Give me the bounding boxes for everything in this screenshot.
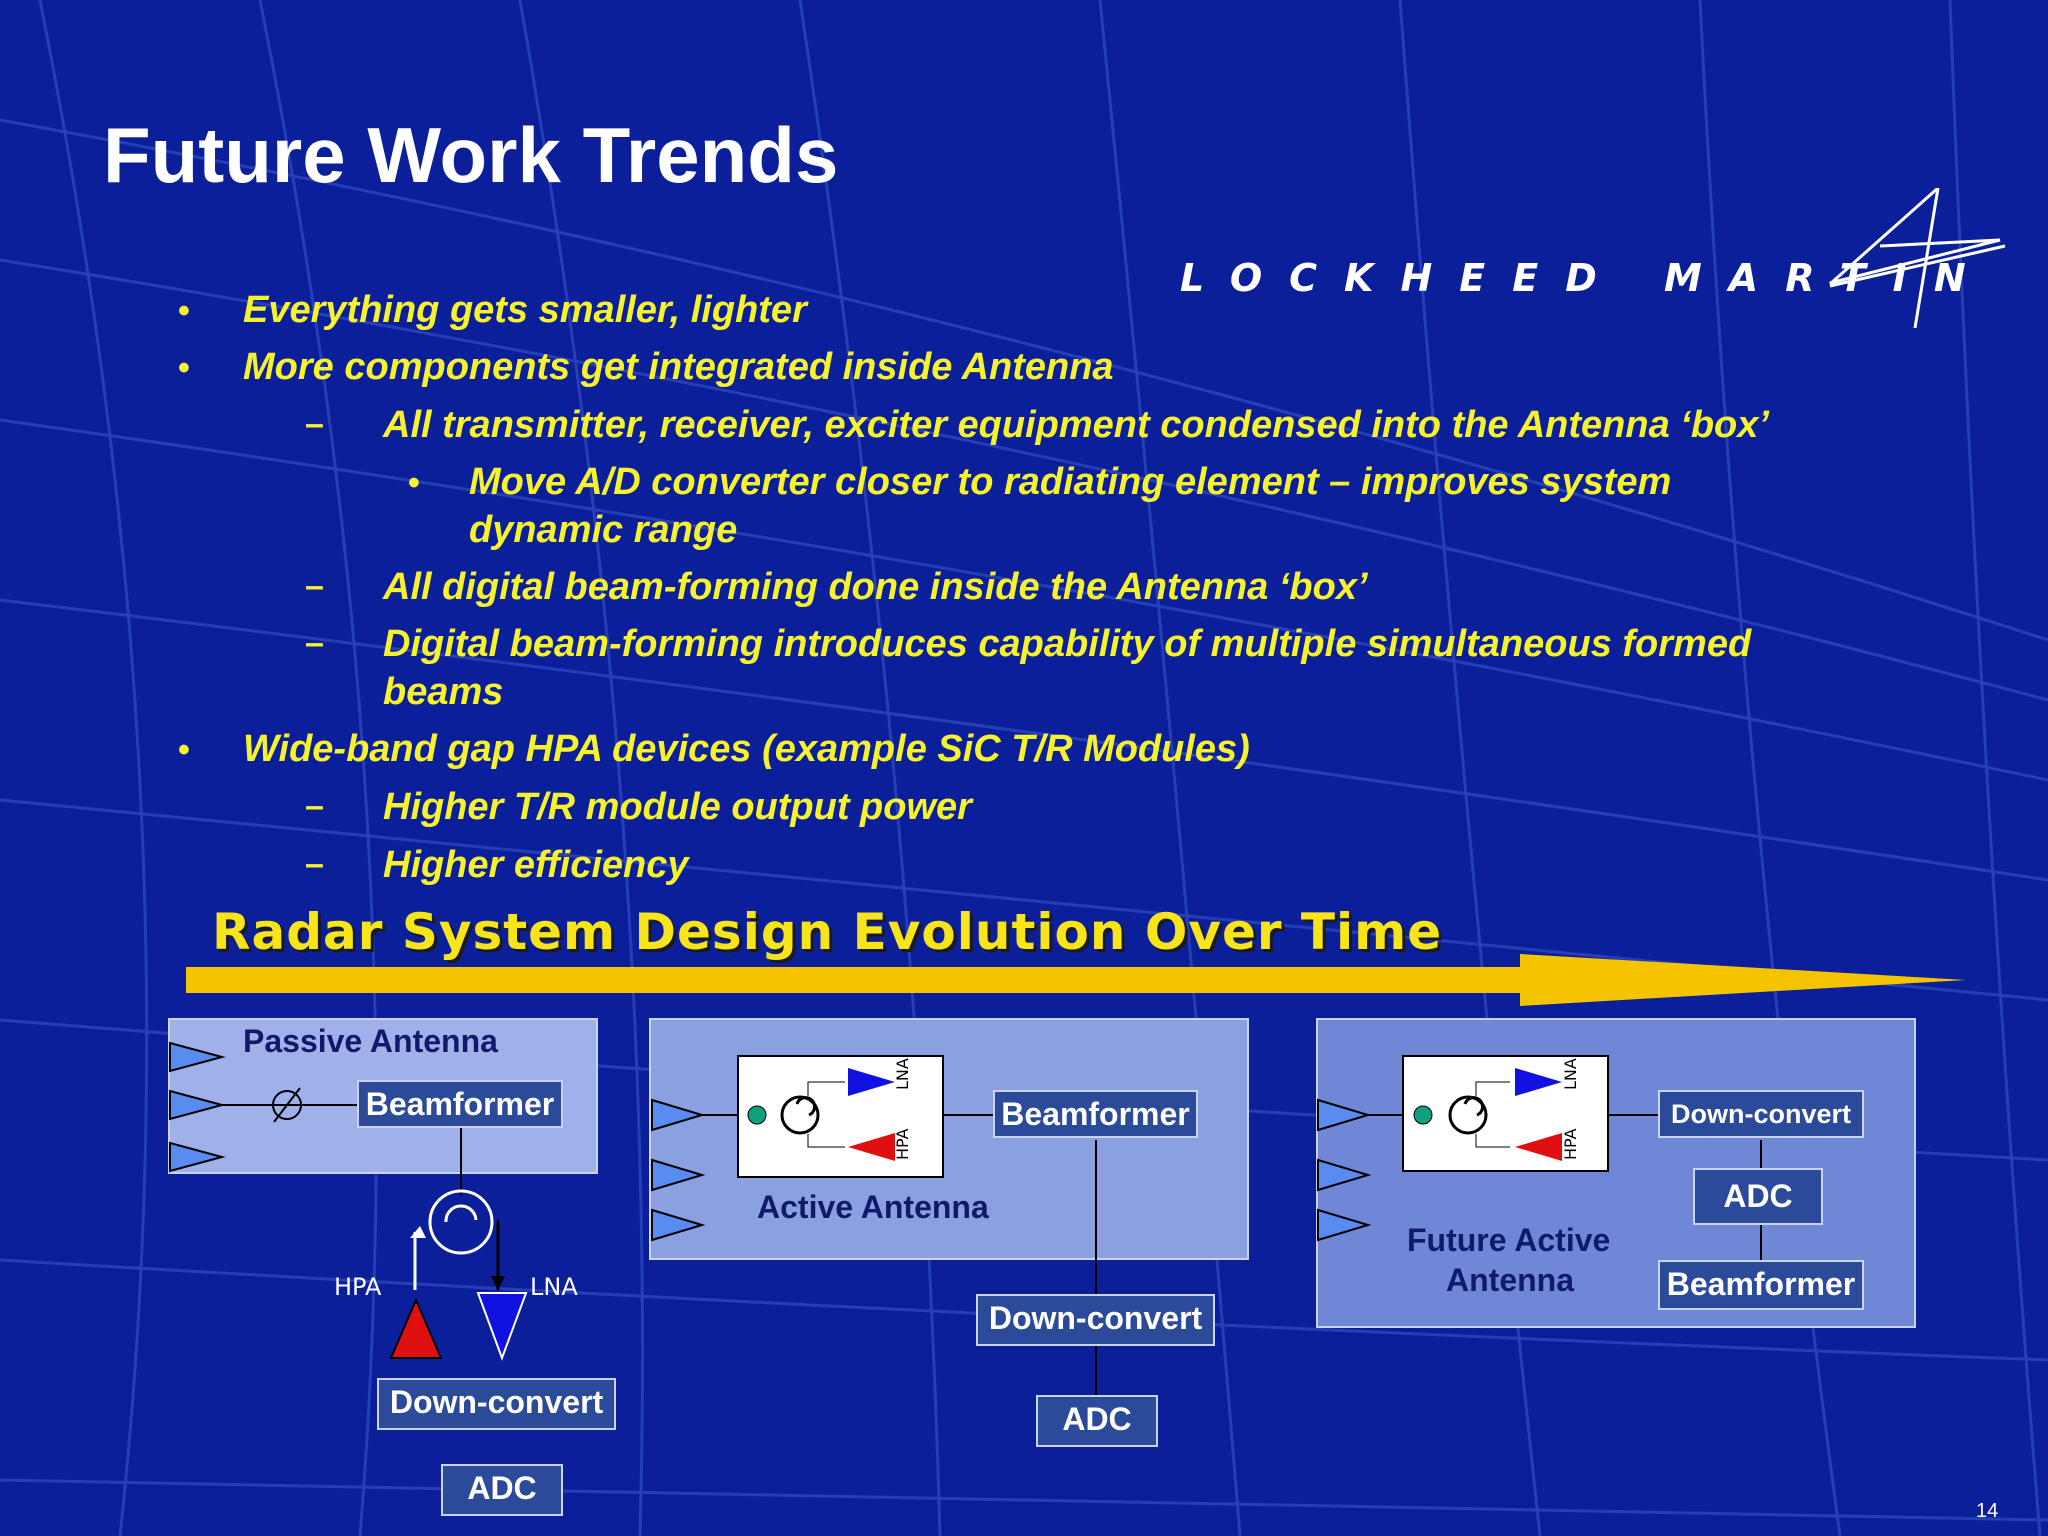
arrow-icon: [410, 1226, 426, 1238]
page-number: 14: [1976, 1500, 1999, 1522]
arrow-icon: [491, 1276, 505, 1290]
active-antenna-label: Active Antenna: [757, 1189, 989, 1225]
future-antenna-label-line2: Antenna: [1446, 1262, 1574, 1298]
circulator-icon: [413, 1189, 500, 1290]
lna-triangle-icon: [476, 1292, 528, 1361]
hpa-triangle-icon: [389, 1297, 443, 1359]
tr-lna-label: LNA: [893, 1058, 912, 1090]
tr-hpa-label: HPA: [893, 1128, 912, 1160]
hpa-label: HPA: [334, 1273, 382, 1301]
future-antenna-label: Future Active: [1407, 1222, 1611, 1258]
beamformer-box: Beamformer: [357, 1080, 563, 1128]
tr-hpa-label: HPA: [1561, 1128, 1580, 1160]
tr-lna-label: LNA: [1561, 1058, 1580, 1090]
antenna-element-icon: [169, 1041, 226, 1173]
adc-box: ADC: [441, 1464, 563, 1516]
antenna-element-icon: [651, 1098, 706, 1242]
beamformer-box: Beamformer: [993, 1090, 1198, 1138]
passive-antenna-label: Passive Antenna: [243, 1023, 498, 1059]
tr-module-icon: [737, 1055, 944, 1178]
downconvert-box: Down-convert: [1658, 1090, 1864, 1138]
lna-label: LNA: [530, 1273, 578, 1301]
adc-box: ADC: [1693, 1168, 1823, 1225]
beamformer-box: Beamformer: [1658, 1260, 1864, 1310]
downconvert-box: Down-convert: [377, 1378, 616, 1430]
downconvert-box: Down-convert: [976, 1294, 1215, 1346]
antenna-element-icon: [1317, 1098, 1372, 1242]
adc-box: ADC: [1036, 1395, 1158, 1447]
